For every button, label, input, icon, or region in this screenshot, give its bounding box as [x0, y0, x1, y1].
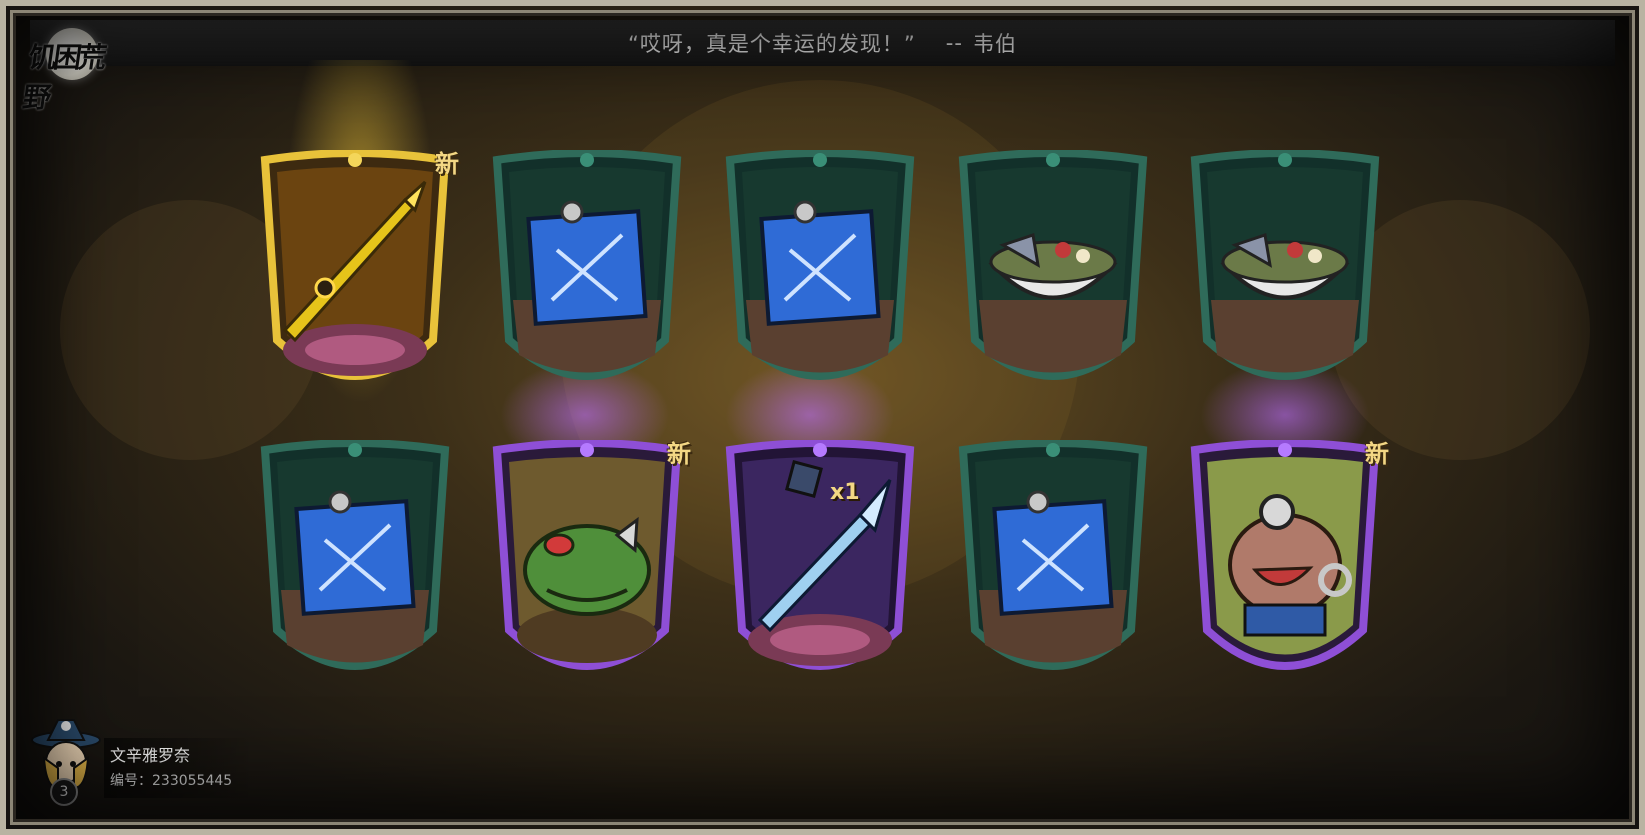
ice-spear-icon [757, 460, 892, 633]
frog-monster-icon [523, 516, 651, 616]
player-id-value: 233055445 [152, 773, 233, 789]
player-info[interactable]: 3 文辛雅罗奈 编号：233055445 [28, 718, 254, 808]
quote-author: 韦伯 [972, 32, 1017, 56]
blueprint-icon [992, 490, 1114, 616]
quote-banner: “哎呀，真是个幸运的发现！” -- 韦伯 [30, 20, 1615, 66]
food-bowl-icon [988, 233, 1118, 300]
quantity-label: x1 [830, 480, 860, 505]
player-id-label: 编号： [110, 773, 152, 789]
reward-card-ice-spear[interactable]: x1 [720, 440, 920, 690]
new-tag: 新 [1365, 439, 1389, 468]
player-level-badge: 3 [50, 778, 78, 806]
new-tag: 新 [667, 439, 691, 468]
quote-separator: -- [945, 31, 963, 55]
reward-card-mole-creature[interactable]: 新 [1185, 439, 1389, 690]
player-name: 文辛雅罗奈 [110, 746, 191, 765]
logo-text: 饥困荒野 [20, 41, 106, 114]
mole-creature-icon [1228, 494, 1352, 637]
reward-card-food-bowl[interactable] [1185, 150, 1385, 400]
quote-text: “哎呀，真是个幸运的发现！” [628, 32, 916, 56]
reward-card-frog-monster[interactable]: 新 [487, 439, 691, 690]
new-tag: 新 [435, 149, 459, 178]
blueprint-icon [294, 490, 416, 616]
reward-card-gold-spear[interactable]: 新 [255, 149, 459, 400]
golden-spear-icon [282, 180, 427, 343]
reward-card-blueprint[interactable] [255, 440, 455, 690]
blueprint-icon [759, 200, 881, 326]
player-id: 编号：233055445 [110, 770, 232, 790]
blueprint-icon [526, 200, 648, 326]
reward-card-blueprint[interactable] [720, 150, 920, 400]
reward-card-food-bowl[interactable] [953, 150, 1153, 400]
reward-card-blueprint[interactable] [487, 150, 687, 400]
game-logo: 饥困荒野 [21, 24, 106, 114]
reward-card-blueprint[interactable] [953, 440, 1153, 690]
food-bowl-icon [1220, 233, 1350, 300]
reward-screen: “哎呀，真是个幸运的发现！” -- 韦伯 饥困荒野 新 新 x1 新 3 文辛雅… [0, 0, 1645, 835]
